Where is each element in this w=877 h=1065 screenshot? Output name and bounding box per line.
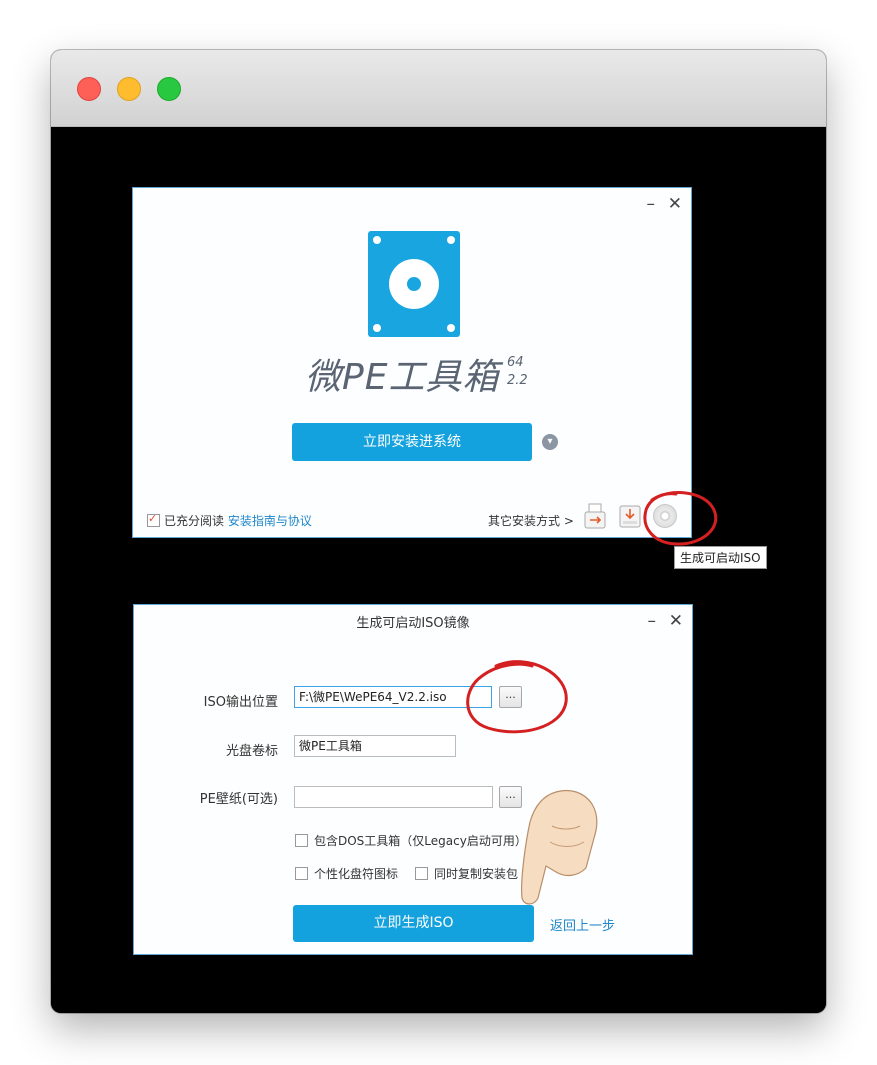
iso-close-button[interactable]: ✕ [669, 613, 683, 630]
installer-close-button[interactable]: ✕ [668, 196, 682, 213]
installer-minimize-button[interactable]: – [647, 196, 656, 213]
agreement-link[interactable]: 安装指南与协议 [228, 514, 312, 528]
iso-dialog: 生成可启动ISO镜像 – ✕ ISO输出位置 F:\微PE\WePE64_V2.… [133, 604, 693, 955]
usb-install-icon[interactable] [584, 503, 606, 529]
close-window-button[interactable] [77, 77, 101, 101]
maximize-window-button[interactable] [157, 77, 181, 101]
iso-browse-button[interactable]: ... [499, 686, 522, 708]
copy-installer-option[interactable]: 同时复制安装包 [415, 865, 518, 882]
brand-title: 微PE工具箱 [305, 357, 500, 398]
other-install-methods-label: 其它安装方式 > [488, 514, 574, 528]
install-to-system-button[interactable]: 立即安装进系统 [292, 423, 532, 461]
disk-logo-icon [368, 231, 460, 337]
dos-toolbox-option[interactable]: 包含DOS工具箱（仅Legacy启动可用） [295, 832, 527, 849]
agree-checkbox[interactable] [147, 512, 160, 527]
brand-version: 64 2.2 [507, 354, 528, 390]
volume-label-field[interactable]: 微PE工具箱 [294, 735, 456, 757]
installer-dialog: – ✕ 微PE工具箱 64 2.2 立即安装进系统 ▾ 已充分阅读 安装指南与协… [132, 187, 692, 538]
custom-drive-icon-checkbox[interactable] [295, 867, 308, 880]
wallpaper-field[interactable] [294, 786, 493, 808]
copy-installer-checkbox[interactable] [415, 867, 428, 880]
volume-label-label: 光盘卷标 [225, 744, 278, 759]
copy-installer-label: 同时复制安装包 [434, 867, 519, 881]
iso-dialog-title: 生成可启动ISO镜像 [356, 616, 470, 631]
iso-install-icon[interactable] [653, 504, 677, 528]
wallpaper-label: PE壁纸(可选) [199, 792, 278, 807]
iso-output-field[interactable]: F:\微PE\WePE64_V2.2.iso [294, 686, 492, 708]
minimize-window-button[interactable] [117, 77, 141, 101]
agreement-row: 已充分阅读 安装指南与协议 [147, 512, 312, 529]
iso-tooltip: 生成可启动ISO [674, 546, 767, 569]
agree-text: 已充分阅读 [164, 514, 225, 528]
iso-output-label: ISO输出位置 [203, 695, 278, 710]
custom-drive-icon-label: 个性化盘符图标 [314, 867, 399, 881]
version-arch: 64 [507, 355, 524, 370]
generate-iso-button[interactable]: 立即生成ISO [293, 905, 534, 942]
local-install-icon[interactable] [619, 503, 641, 529]
iso-minimize-button[interactable]: – [648, 613, 657, 630]
version-number: 2.2 [507, 373, 528, 388]
dos-toolbox-checkbox[interactable] [295, 834, 308, 847]
chevron-down-icon[interactable]: ▾ [542, 434, 558, 450]
wallpaper-browse-button[interactable]: ... [499, 786, 522, 808]
dos-toolbox-label: 包含DOS工具箱（仅Legacy启动可用） [314, 834, 527, 848]
back-link[interactable]: 返回上一步 [550, 915, 615, 934]
custom-drive-icon-option[interactable]: 个性化盘符图标 [295, 865, 398, 882]
window-titlebar [51, 50, 826, 127]
